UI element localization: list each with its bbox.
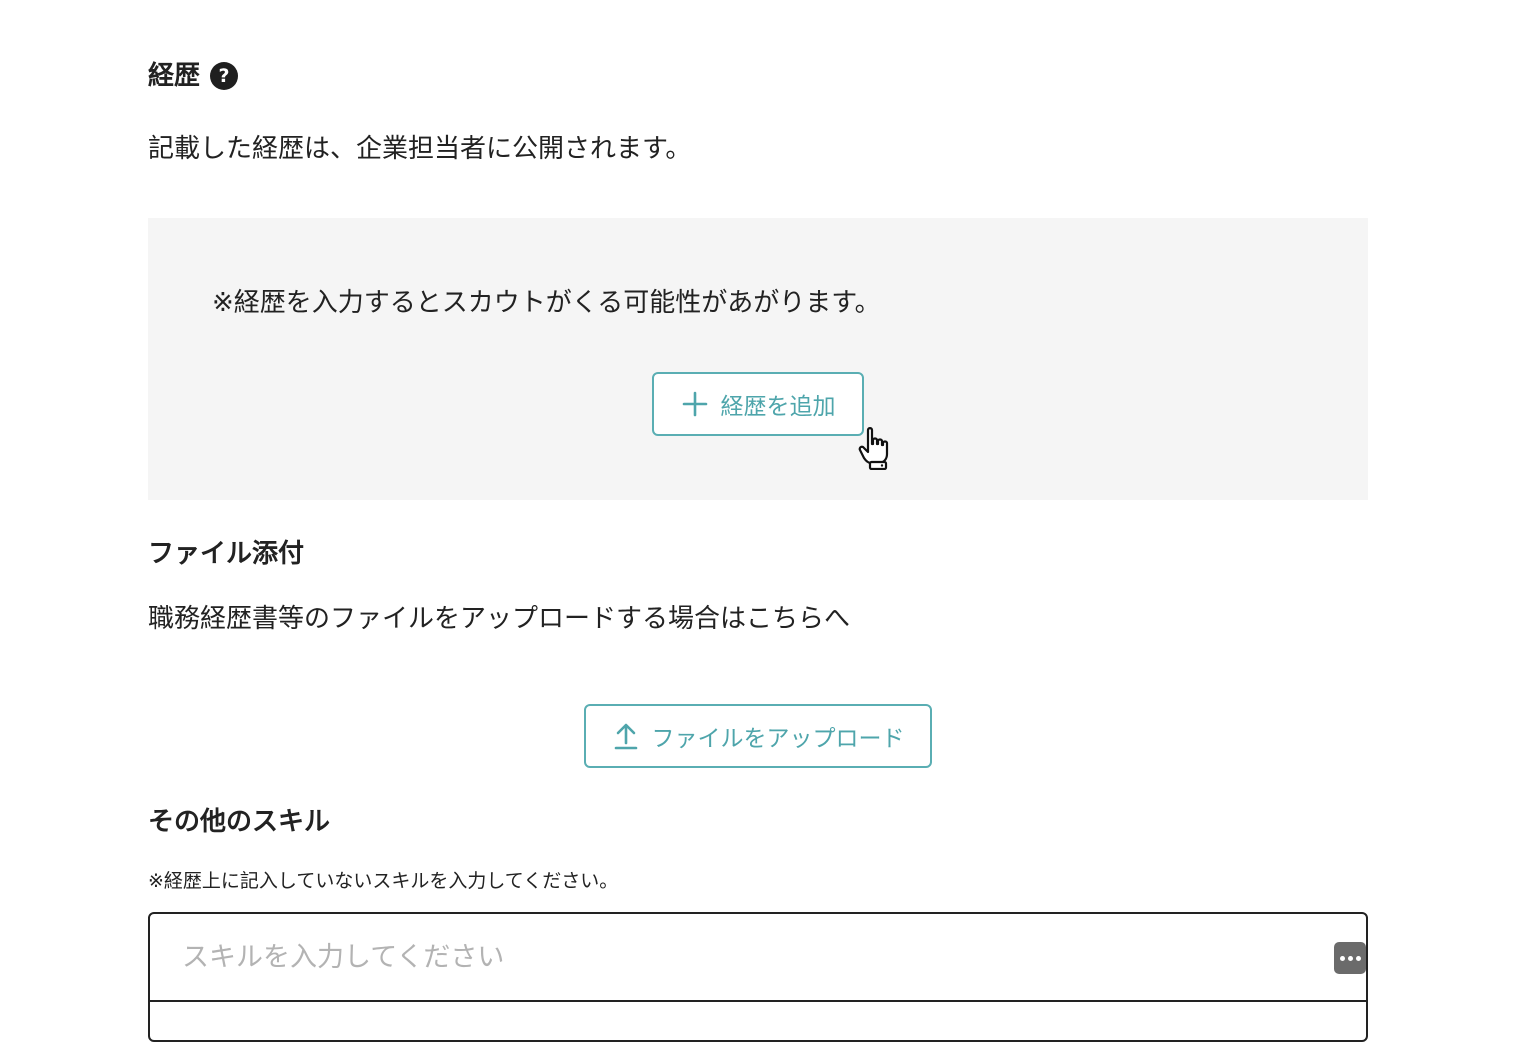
upload-file-button-label: ファイルをアップロード [651,726,905,752]
attachment-description: 職務経歴書等のファイルをアップロードする場合はこちらへ [148,604,851,634]
question-circle-icon[interactable]: ? [210,62,239,90]
add-career-button[interactable]: 経歴を追加 [652,372,864,436]
career-note: ※経歴を入力するとスカウトがくる可能性があがります。 [212,288,881,318]
skills-heading: その他のスキル [148,806,330,838]
hand-pointer-icon [858,426,898,471]
attachment-heading-text: ファイル添付 [148,539,305,569]
plus-icon [681,390,709,418]
add-career-button-label: 経歴を追加 [720,394,836,420]
career-heading-text: 経歴 [148,61,201,91]
skills-note: ※経歴上に記入していないスキルを入力してください。 [148,870,619,892]
skills-heading-text: その他のスキル [148,807,331,837]
upload-file-button[interactable]: ファイルをアップロード [584,704,932,768]
career-description: 記載した経歴は、企業担当者に公開されます。 [148,134,692,164]
attachment-heading: ファイル添付 [148,538,304,570]
upload-arrow-icon [612,722,640,750]
career-heading: 経歴 ? [148,60,239,92]
career-info-box: ※経歴を入力するとスカウトがくる可能性があがります。 経歴を追加 [148,218,1368,500]
skill-input[interactable] [150,914,1366,1002]
skill-input-container [148,912,1368,1042]
password-manager-icon[interactable] [1334,942,1366,974]
